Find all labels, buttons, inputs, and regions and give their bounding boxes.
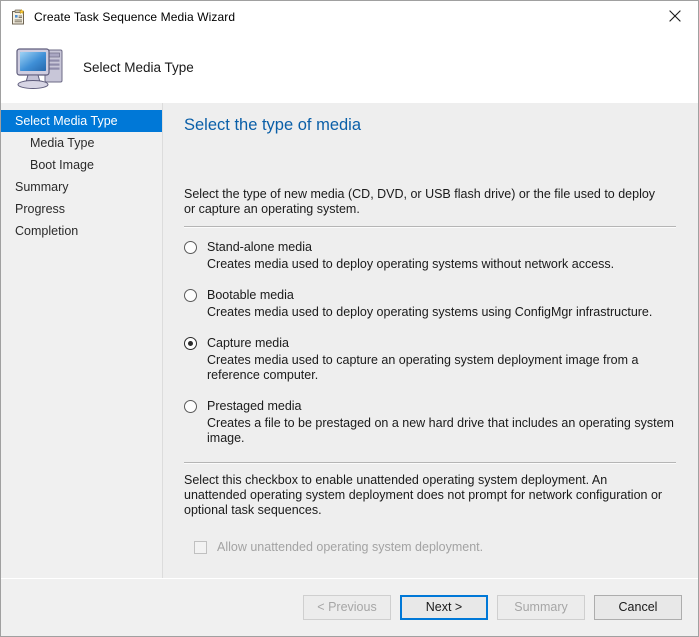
radio-stand-alone-media[interactable]	[184, 241, 197, 254]
option-bootable-media[interactable]: Bootable media Creates media used to dep…	[184, 288, 682, 320]
page-title: Select the type of media	[184, 116, 362, 134]
radio-prestaged-media[interactable]	[184, 400, 197, 413]
summary-button[interactable]: Summary	[497, 595, 585, 620]
computer-monitor-icon	[13, 42, 71, 94]
option-label-prestaged-media: Prestaged media	[207, 399, 302, 413]
unattended-help-text: Select this checkbox to enable unattende…	[184, 473, 663, 517]
divider-bottom	[184, 462, 676, 464]
sidebar-item-select-media-type[interactable]: Select Media Type	[1, 110, 162, 132]
allow-unattended-deployment-row: Allow unattended operating system deploy…	[194, 540, 682, 554]
task-sequence-clipboard-icon	[10, 8, 26, 25]
cancel-button[interactable]: Cancel	[594, 595, 682, 620]
wizard-footer: < Previous Next > Summary Cancel	[1, 578, 698, 636]
wizard-step-sidebar: Select Media Type Media Type Boot Image …	[1, 103, 163, 578]
allow-unattended-deployment-checkbox	[194, 540, 207, 554]
option-desc-bootable-media: Creates media used to deploy operating s…	[207, 305, 653, 319]
option-desc-prestaged-media: Creates a file to be prestaged on a new …	[207, 416, 674, 445]
window-title: Create Task Sequence Media Wizard	[34, 9, 236, 24]
option-label-capture-media: Capture media	[207, 336, 289, 350]
wizard-header: Select Media Type	[1, 32, 698, 103]
divider-top	[184, 226, 676, 228]
option-prestaged-media[interactable]: Prestaged media Creates a file to be pre…	[184, 399, 682, 446]
sidebar-item-progress[interactable]: Progress	[1, 198, 162, 220]
wizard-header-title: Select Media Type	[83, 60, 194, 75]
radio-capture-media[interactable]	[184, 337, 197, 350]
create-task-sequence-media-wizard-window: Create Task Sequence Media Wizard Select…	[0, 0, 699, 637]
option-desc-stand-alone-media: Creates media used to deploy operating s…	[207, 257, 615, 271]
option-capture-media[interactable]: Capture media Creates media used to capt…	[184, 336, 682, 383]
intro-description: Select the type of new media (CD, DVD, o…	[184, 187, 656, 216]
allow-unattended-deployment-label: Allow unattended operating system deploy…	[217, 540, 484, 554]
sidebar-item-boot-image[interactable]: Boot Image	[1, 154, 162, 176]
radio-bootable-media[interactable]	[184, 289, 197, 302]
sidebar-item-summary[interactable]: Summary	[1, 176, 162, 198]
media-type-radio-group: Stand-alone media Creates media used to …	[184, 240, 682, 446]
close-button[interactable]	[652, 1, 698, 31]
wizard-body: Select Media Type Media Type Boot Image …	[1, 103, 698, 578]
next-button[interactable]: Next >	[400, 595, 488, 620]
close-icon	[669, 10, 681, 22]
option-desc-capture-media: Creates media used to capture an operati…	[207, 353, 639, 382]
previous-button[interactable]: < Previous	[303, 595, 391, 620]
option-stand-alone-media[interactable]: Stand-alone media Creates media used to …	[184, 240, 682, 272]
sidebar-item-media-type[interactable]: Media Type	[1, 132, 162, 154]
option-label-bootable-media: Bootable media	[207, 288, 294, 302]
wizard-content-pane: Select the type of media Select the type…	[163, 103, 698, 578]
title-bar: Create Task Sequence Media Wizard	[1, 1, 698, 32]
sidebar-item-completion[interactable]: Completion	[1, 220, 162, 242]
option-label-stand-alone-media: Stand-alone media	[207, 240, 312, 254]
